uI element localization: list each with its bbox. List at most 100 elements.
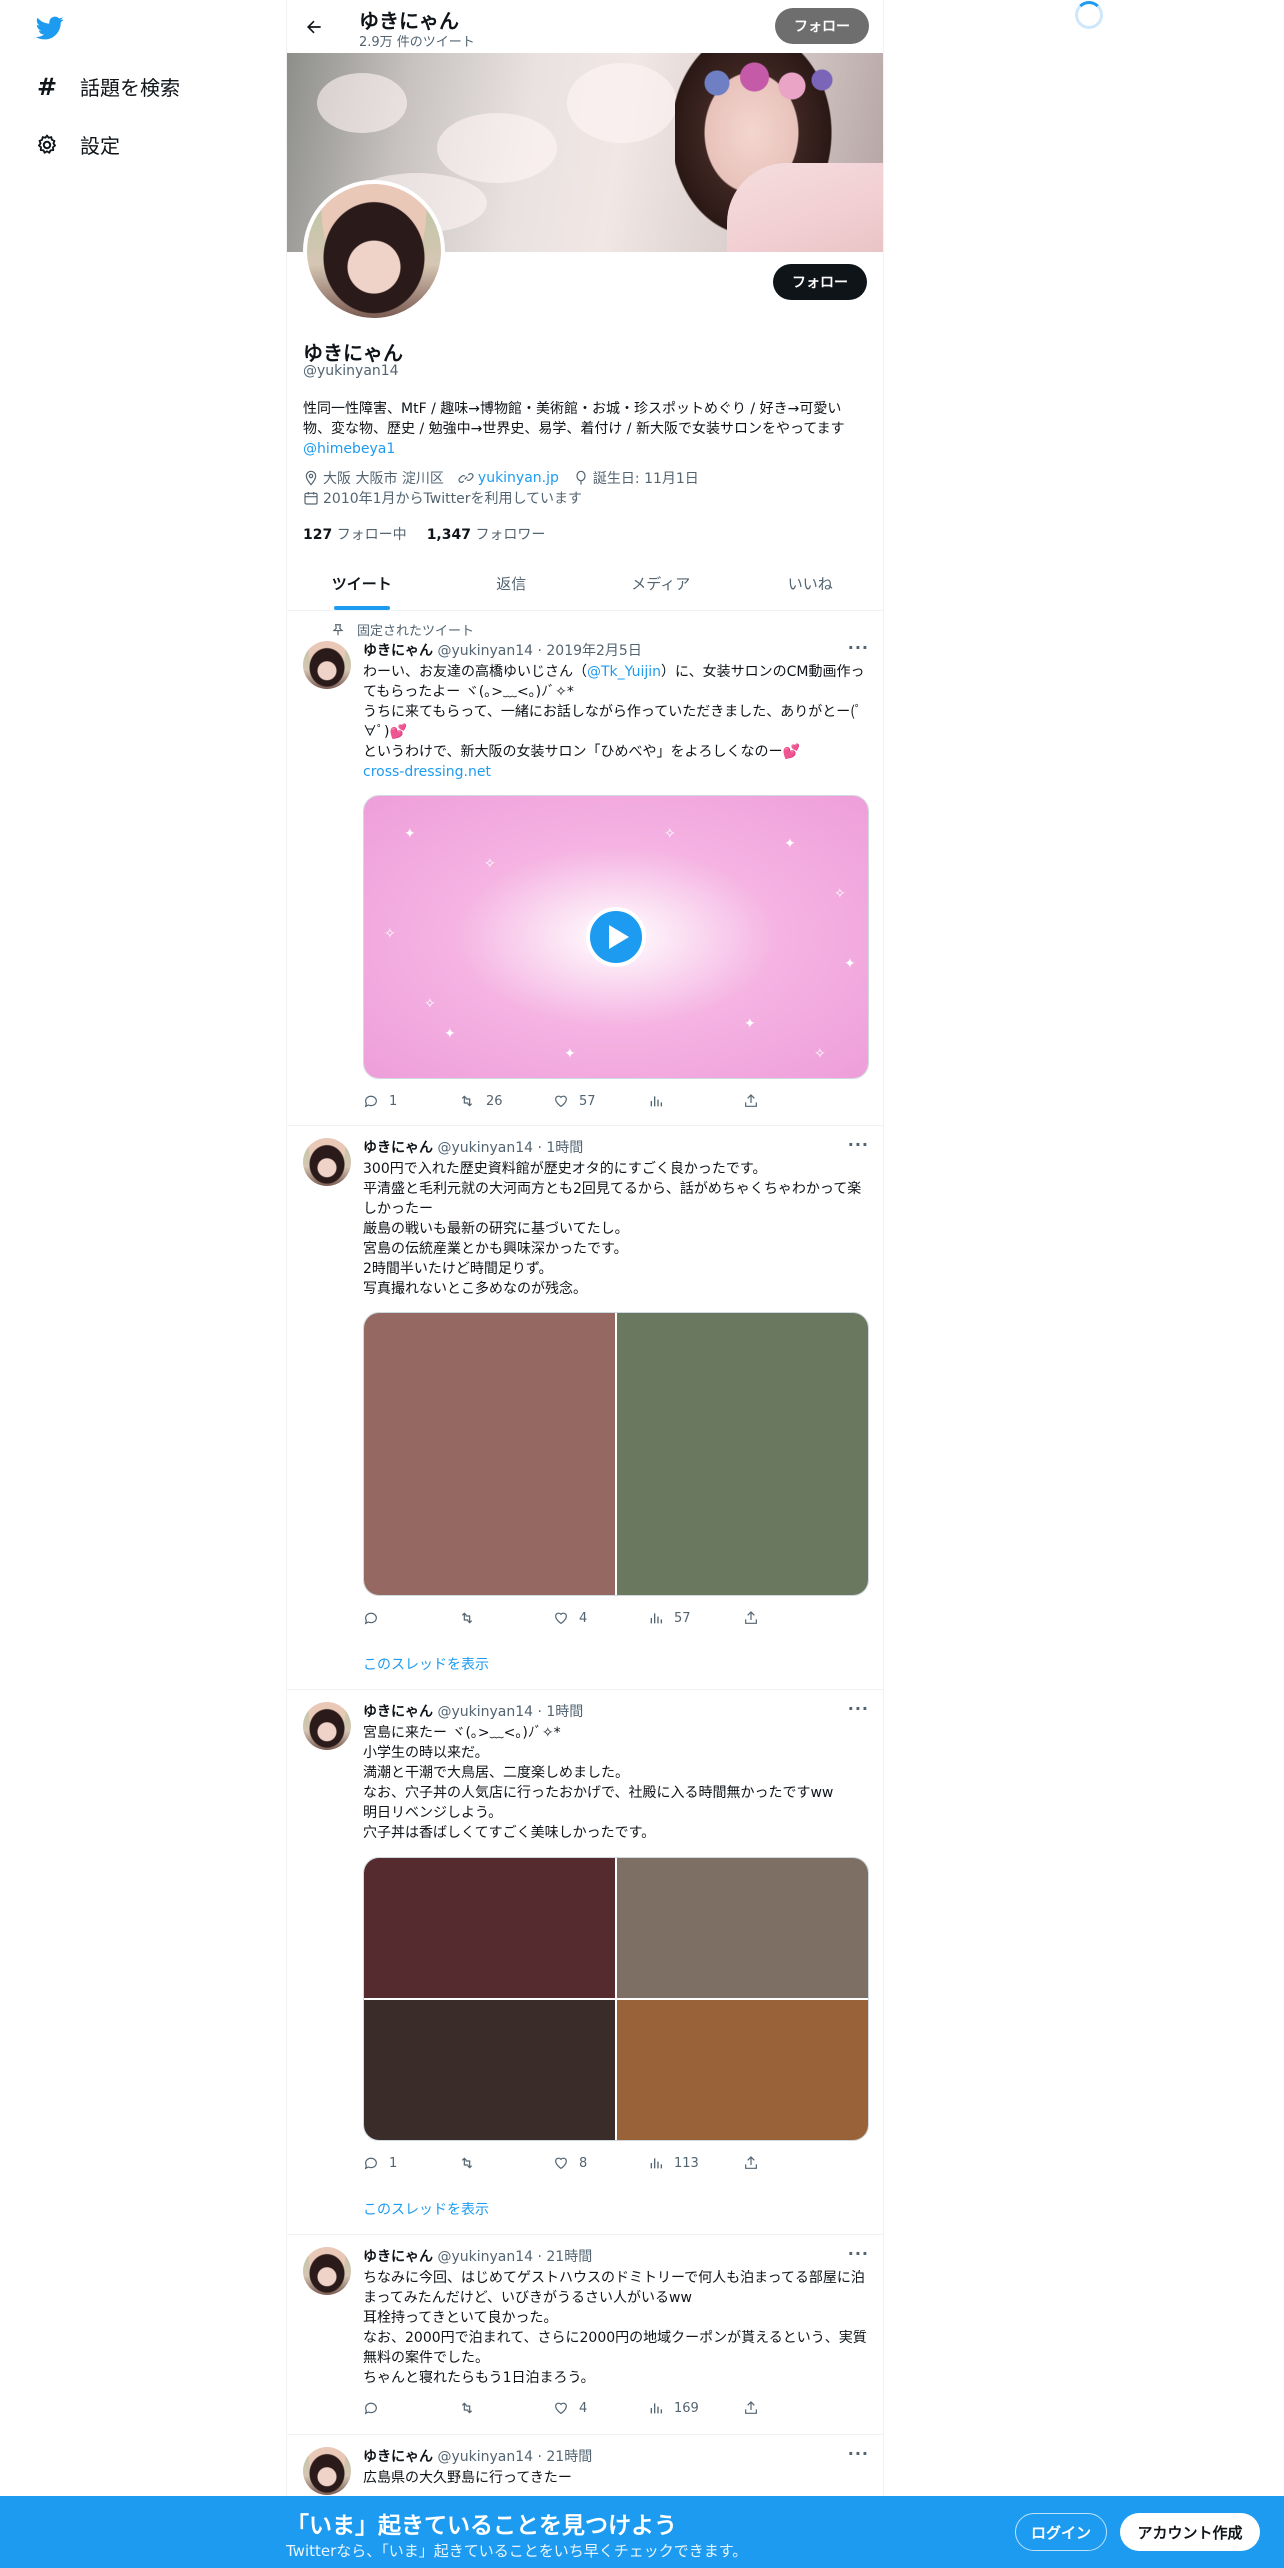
like-button[interactable]: 57 [553, 1093, 613, 1109]
show-thread-link[interactable]: このスレッドを表示 [363, 2199, 489, 2219]
like-button[interactable]: 4 [553, 2400, 613, 2416]
like-count: 4 [579, 2400, 588, 2416]
avatar[interactable] [303, 1702, 351, 1750]
tweet-link[interactable]: cross-dressing.net [363, 764, 491, 780]
tweet-meta[interactable]: @yukinyan14 · 1時間 [437, 1704, 583, 1720]
tweet-mention-link[interactable]: @Tk_Yuijin [587, 664, 661, 680]
views-button[interactable]: 169 [648, 2400, 708, 2416]
views-button[interactable]: 113 [648, 2155, 708, 2171]
tweet[interactable]: ゆきにゃん @yukinyan14 · 1時間 ··· 宮島に来たー ヾ(｡>﹏… [287, 1690, 883, 2235]
tab-tweets[interactable]: ツイート [287, 557, 437, 610]
tab-replies[interactable]: 返信 [437, 557, 587, 610]
location-icon [305, 470, 317, 486]
avatar[interactable] [303, 2247, 351, 2295]
reply-button[interactable] [363, 2400, 423, 2416]
reply-icon [364, 2402, 377, 2415]
share-button[interactable] [743, 1093, 803, 1109]
photo[interactable] [364, 1858, 615, 1998]
views-button[interactable] [648, 1093, 708, 1109]
tab-likes[interactable]: いいね [736, 557, 884, 610]
like-button[interactable]: 4 [553, 1610, 613, 1626]
avatar[interactable] [303, 2447, 351, 2495]
tab-media[interactable]: メディア [586, 557, 736, 610]
tweet-video[interactable]: ✦ ✧ ✦ ✧ ✧ ✦ ✦ ✧ ✦ ✧ ✧ ✦ [363, 795, 869, 1079]
play-icon[interactable] [586, 907, 646, 967]
website-link[interactable]: yukinyan.jp [478, 470, 559, 486]
loading-spinner-icon [1075, 1, 1103, 29]
header-tweet-count: 2.9万 件のツイート [359, 35, 475, 50]
signup-button[interactable]: アカウント作成 [1120, 2513, 1260, 2551]
more-icon[interactable]: ··· [848, 2444, 869, 2463]
reply-button[interactable] [363, 1610, 423, 1626]
tweet-author-name[interactable]: ゆきにゃん [363, 1140, 433, 1156]
photo[interactable] [617, 1313, 868, 1595]
nav-explore[interactable]: # 話題を検索 [34, 72, 180, 101]
bio-mention-link[interactable]: @himebeya1 [303, 441, 395, 457]
location-text: 大阪 大阪市 淀川区 [323, 471, 444, 487]
tweet-meta[interactable]: @yukinyan14 · 21時間 [437, 2249, 592, 2265]
tweet-author-name[interactable]: ゆきにゃん [363, 1704, 433, 1720]
avatar[interactable] [303, 641, 351, 689]
profile-website[interactable]: yukinyan.jp [458, 470, 559, 486]
views-button[interactable]: 57 [648, 1610, 708, 1626]
share-button[interactable] [743, 2155, 803, 2171]
photo[interactable] [617, 1858, 868, 1998]
twitter-logo-icon[interactable] [34, 14, 66, 42]
tweet-meta[interactable]: @yukinyan14 · 1時間 [437, 1140, 583, 1156]
back-arrow-icon[interactable] [299, 12, 329, 42]
followers-stat[interactable]: 1,347 フォロワー [427, 524, 546, 544]
tweet-actions: 1 8 113 [363, 2155, 803, 2171]
follow-button[interactable]: フォロー [773, 264, 867, 300]
tweet[interactable]: ゆきにゃん @yukinyan14 · 1時間 ··· 300円で入れた歴史資料… [287, 1126, 883, 1690]
tweet-meta[interactable]: @yukinyan14 · 2019年2月5日 [437, 643, 641, 659]
pin-icon [332, 623, 344, 635]
tweet-meta[interactable]: @yukinyan14 · 21時間 [437, 2449, 592, 2465]
like-icon [555, 1095, 567, 1108]
like-icon [555, 1612, 567, 1625]
tweet-text: 宮島に来たー ヾ(｡>﹏<｡)ﾉﾞ✧* 小学生の時以来だ。 満潮と干潮で大鳥居、… [363, 1725, 834, 1841]
views-icon [650, 1096, 662, 1107]
header-follow-button[interactable]: フォロー [775, 8, 869, 44]
more-icon[interactable]: ··· [848, 2244, 869, 2263]
show-thread-link[interactable]: このスレッドを表示 [363, 1654, 489, 1674]
retweet-button[interactable]: 26 [458, 1093, 518, 1109]
retweet-button[interactable] [458, 2155, 518, 2171]
tweet-photos[interactable] [363, 1312, 869, 1596]
photo[interactable] [364, 2000, 615, 2140]
reply-button[interactable]: 1 [363, 1093, 423, 1109]
tweet-author-name[interactable]: ゆきにゃん [363, 2249, 433, 2265]
tweet-header: ゆきにゃん @yukinyan14 · 1時間 [363, 1137, 583, 1157]
tweet-actions: 1 26 57 [363, 1093, 803, 1109]
following-stat[interactable]: 127 フォロー中 [303, 524, 407, 544]
profile-meta: 大阪 大阪市 淀川区 yukinyan.jp 誕生日: 11月1日 [303, 468, 699, 488]
photo[interactable] [617, 2000, 868, 2140]
tweet-pinned[interactable]: 固定されたツイート ゆきにゃん @yukinyan14 · 2019年2月5日 … [287, 611, 883, 1126]
tweet-photos[interactable] [363, 1857, 869, 2141]
login-button[interactable]: ログイン [1015, 2513, 1107, 2551]
calendar-icon [304, 492, 318, 505]
share-icon [745, 2156, 757, 2169]
views-count: 57 [674, 1610, 691, 1626]
more-icon[interactable]: ··· [848, 1699, 869, 1718]
share-icon [745, 2401, 757, 2414]
retweet-button[interactable] [458, 1610, 518, 1626]
tweet[interactable]: ゆきにゃん @yukinyan14 · 21時間 ··· ちなみに今回、はじめて… [287, 2235, 883, 2435]
like-count: 57 [579, 1093, 596, 1109]
reply-count: 1 [389, 2155, 398, 2171]
share-button[interactable] [743, 1610, 803, 1626]
retweet-button[interactable] [458, 2400, 518, 2416]
bio-text: 性同一性障害、MtF / 趣味→博物館・美術館・お城・珍スポットめぐり / 好き… [303, 401, 845, 437]
views-icon [650, 2403, 662, 2414]
nav-settings[interactable]: 設定 [34, 130, 120, 159]
tweet-author-name[interactable]: ゆきにゃん [363, 643, 433, 659]
like-button[interactable]: 8 [553, 2155, 613, 2171]
link-icon [458, 473, 474, 483]
more-icon[interactable]: ··· [848, 638, 869, 657]
photo[interactable] [364, 1313, 615, 1595]
share-button[interactable] [743, 2400, 803, 2416]
reply-button[interactable]: 1 [363, 2155, 423, 2171]
tweet-author-name[interactable]: ゆきにゃん [363, 2449, 433, 2465]
avatar[interactable] [303, 1138, 351, 1186]
profile-avatar[interactable] [303, 180, 445, 322]
more-icon[interactable]: ··· [848, 1135, 869, 1154]
